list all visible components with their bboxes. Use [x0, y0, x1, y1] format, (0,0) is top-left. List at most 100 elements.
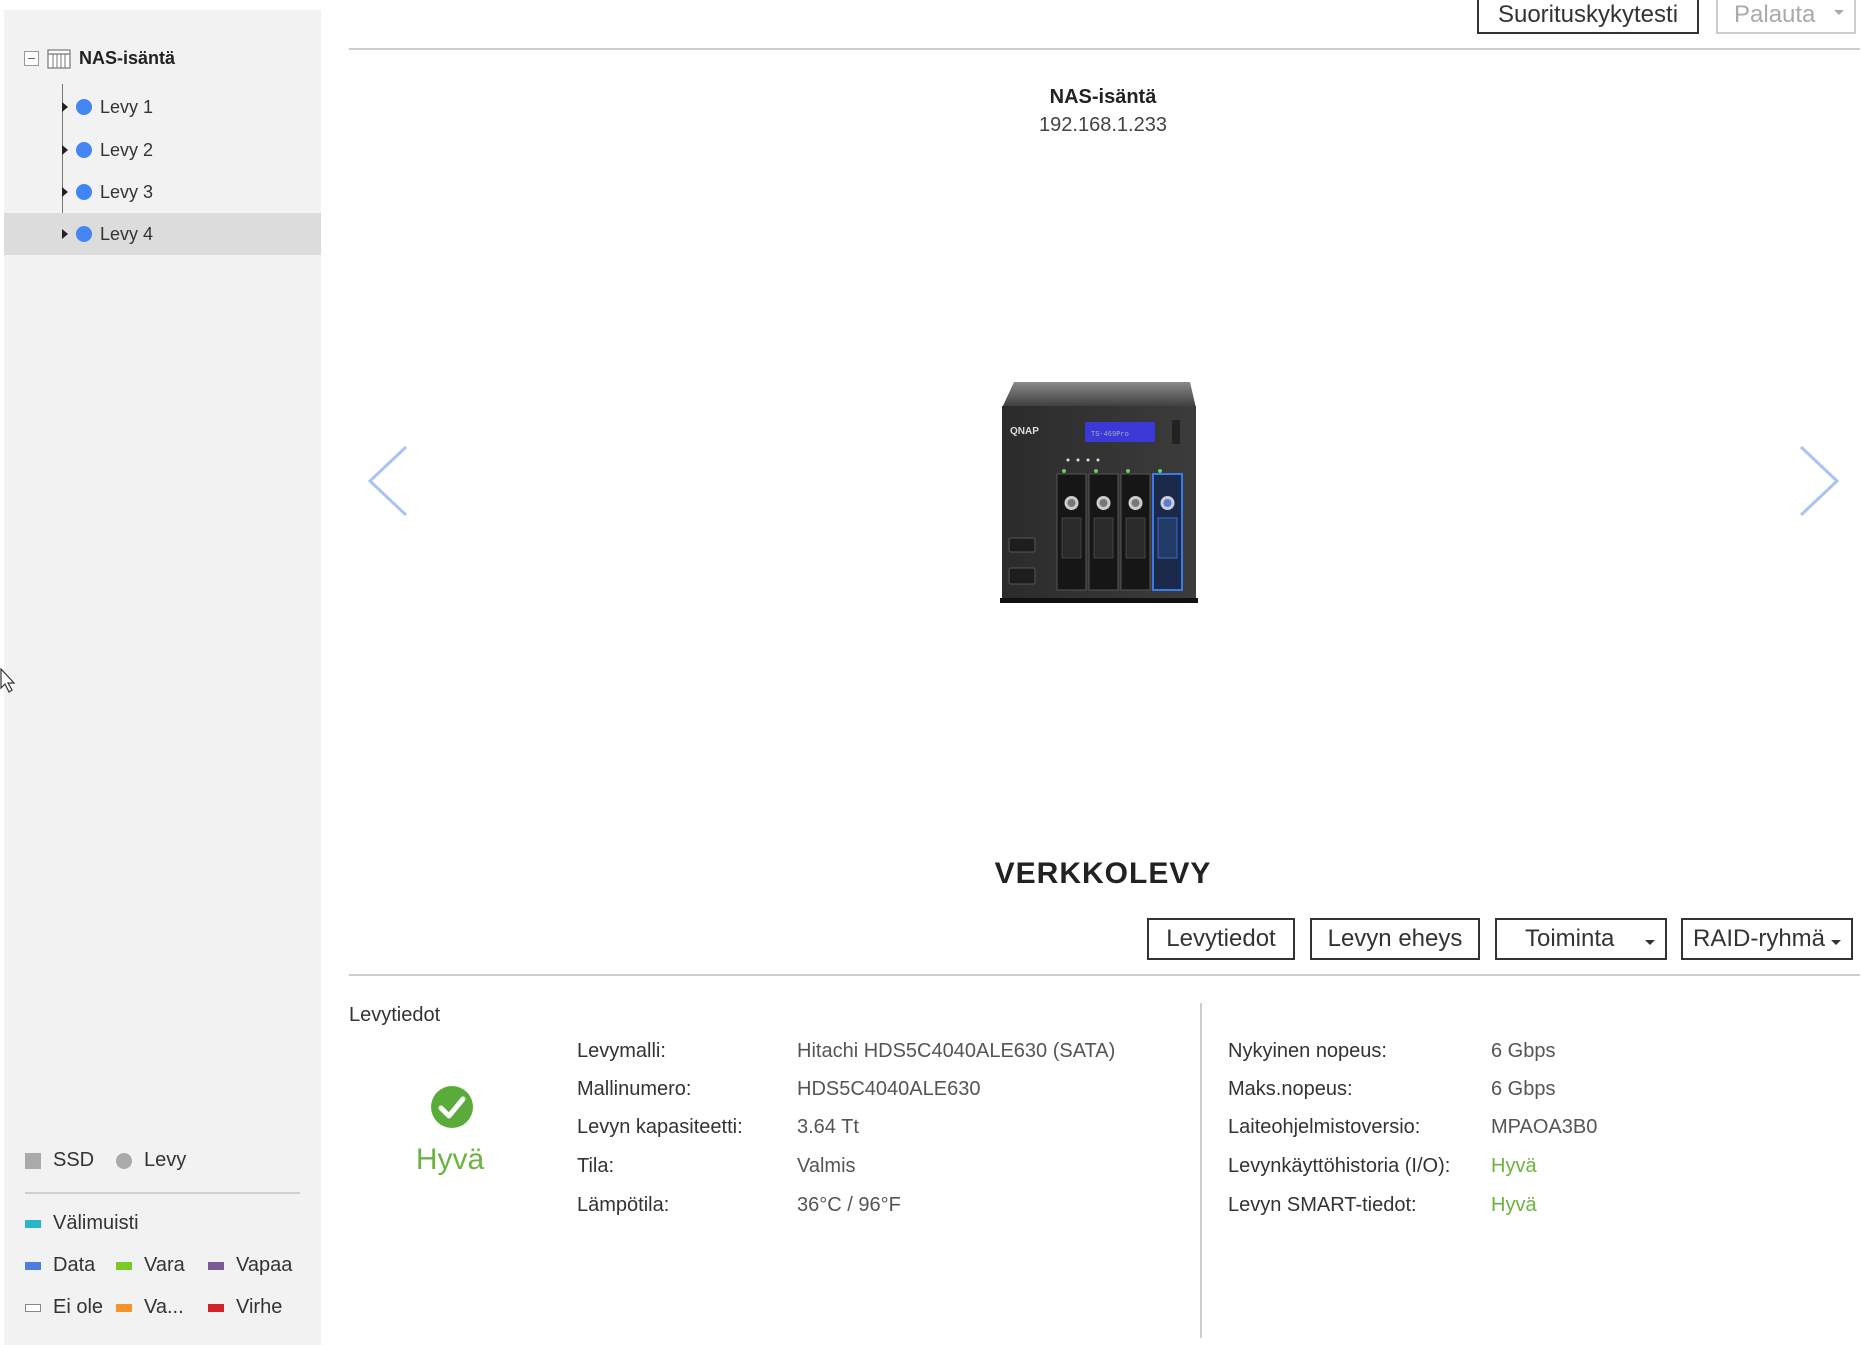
- legend-ssd: SSD: [25, 1149, 94, 1172]
- expand-arrow-icon[interactable]: [62, 102, 68, 112]
- drive-bay-1: [1056, 469, 1087, 591]
- drive-bay-4-selected: [1152, 469, 1183, 591]
- sidebar-item-label: Levy 2: [100, 139, 154, 160]
- next-arrow-icon[interactable]: [1793, 444, 1843, 518]
- disk-status-icon: [76, 184, 92, 200]
- info-label: Levymalli:: [577, 1040, 666, 1062]
- sidebar-item-disk-2[interactable]: Levy 2: [4, 129, 321, 171]
- info-value: Hitachi HDS5C4040ALE630 (SATA): [797, 1040, 1116, 1062]
- drive-bay-3: [1120, 469, 1151, 591]
- device-name: NAS-isäntä: [1049, 86, 1157, 108]
- legend-disk: Levy: [116, 1149, 186, 1172]
- data-color-icon: [25, 1261, 41, 1270]
- va-color-icon: [116, 1303, 132, 1312]
- disk-status-icon: [76, 142, 92, 158]
- tree-root-label: NAS-isäntä: [79, 47, 176, 68]
- button-label: RAID-ryhmä: [1693, 925, 1826, 952]
- info-label: Mallinumero:: [577, 1078, 692, 1100]
- restore-dropdown-button[interactable]: Palauta: [1716, 0, 1856, 34]
- info-value: Valmis: [797, 1155, 856, 1177]
- raid-group-dropdown-button[interactable]: RAID-ryhmä: [1681, 918, 1853, 960]
- info-label: Lämpötila:: [577, 1194, 670, 1216]
- sidebar-item-disk-4[interactable]: Levy 4: [4, 213, 321, 255]
- disk-health-button[interactable]: Levyn eheys: [1310, 918, 1480, 960]
- info-value-good: Hyvä: [1491, 1194, 1537, 1216]
- info-value: 36°C / 96°F: [797, 1194, 901, 1216]
- expand-arrow-icon[interactable]: [62, 229, 68, 239]
- legend-none: Ei ole: [25, 1296, 103, 1319]
- cache-color-icon: [25, 1219, 41, 1228]
- disk-info-button[interactable]: Levytiedot: [1147, 918, 1295, 960]
- button-label: Levytiedot: [1166, 925, 1276, 952]
- action-dropdown-button[interactable]: Toiminta: [1495, 918, 1667, 960]
- legend-label: Välimuisti: [53, 1212, 139, 1234]
- mouse-cursor-icon: [0, 668, 16, 693]
- health-status: Hyvä: [415, 1143, 485, 1176]
- ssd-square-icon: [25, 1152, 41, 1169]
- legend-cache: Välimuisti: [25, 1212, 139, 1235]
- sidebar-item-disk-1[interactable]: Levy 1: [4, 86, 321, 128]
- chevron-down-icon: [1645, 940, 1655, 945]
- info-label: Levynkäyttöhistoria (I/O):: [1228, 1155, 1451, 1177]
- legend-label: Ei ole: [53, 1296, 104, 1318]
- nas-device-image: QNAP TS-469Pro: [1000, 382, 1198, 603]
- expand-arrow-icon[interactable]: [62, 145, 68, 155]
- legend-data: Data: [25, 1254, 95, 1277]
- info-value: HDS5C4040ALE630: [797, 1078, 981, 1100]
- free-color-icon: [208, 1261, 224, 1270]
- legend-label: SSD: [53, 1149, 95, 1171]
- legend-label: Vara: [144, 1254, 185, 1276]
- button-label: Suorituskykytesti: [1497, 1, 1679, 28]
- info-value-good: Hyvä: [1491, 1155, 1537, 1177]
- legend-label: Vapaa: [236, 1254, 293, 1276]
- brand-logo: QNAP: [1010, 426, 1039, 437]
- button-label: Levyn eheys: [1327, 925, 1463, 952]
- section-title: Levytiedot: [349, 1004, 441, 1026]
- error-color-icon: [208, 1303, 224, 1312]
- legend-spare: Vara: [116, 1254, 185, 1277]
- button-label: Palauta: [1734, 1, 1816, 28]
- nas-host-icon: [47, 49, 71, 69]
- top-divider: [349, 48, 1860, 50]
- button-label: Toiminta: [1525, 925, 1615, 952]
- sidebar-item-label: Levy 4: [100, 223, 154, 244]
- info-label: Levyn SMART-tiedot:: [1228, 1194, 1417, 1216]
- device-type-title: VERKKOLEVY: [994, 857, 1212, 890]
- previous-arrow-icon[interactable]: [364, 444, 414, 518]
- info-value: MPAOA3B0: [1491, 1116, 1598, 1138]
- info-value: 3.64 Tt: [797, 1116, 859, 1138]
- disk-status-icon: [76, 226, 92, 242]
- tree-root-nas-host[interactable]: NAS-isäntä: [24, 40, 175, 76]
- info-label: Levyn kapasiteetti:: [577, 1116, 743, 1138]
- info-label: Laiteohjelmistoversio:: [1228, 1116, 1421, 1138]
- performance-test-button[interactable]: Suorituskykytesti: [1477, 0, 1699, 34]
- info-value: 6 Gbps: [1491, 1078, 1556, 1100]
- legend-label: Data: [53, 1254, 96, 1276]
- none-color-icon: [25, 1303, 41, 1312]
- legend-free: Vapaa: [208, 1254, 292, 1277]
- legend-error: Virhe: [208, 1296, 282, 1319]
- expand-arrow-icon[interactable]: [62, 187, 68, 197]
- drive-bay-2: [1088, 469, 1119, 591]
- sidebar-item-label: Levy 3: [100, 181, 154, 202]
- legend-divider: [25, 1192, 300, 1194]
- legend-va: Va...: [116, 1296, 184, 1319]
- info-label: Maks.nopeus:: [1228, 1078, 1353, 1100]
- column-divider: [1200, 1003, 1202, 1338]
- info-label: Nykyinen nopeus:: [1228, 1040, 1387, 1062]
- info-label: Tila:: [577, 1155, 615, 1177]
- info-value: 6 Gbps: [1491, 1040, 1556, 1062]
- sidebar-item-disk-3[interactable]: Levy 3: [4, 171, 321, 213]
- chevron-down-icon: [1831, 940, 1841, 945]
- spare-color-icon: [116, 1261, 132, 1270]
- lcd-display-text: TS-469Pro: [1091, 431, 1129, 439]
- disk-status-icon: [76, 99, 92, 115]
- actions-divider: [349, 974, 1860, 976]
- legend-label: Virhe: [236, 1296, 283, 1318]
- collapse-icon[interactable]: [24, 50, 39, 66]
- check-circle-icon: [431, 1086, 473, 1128]
- legend-label: Va...: [144, 1296, 184, 1318]
- chevron-down-icon: [1834, 10, 1844, 15]
- sidebar-item-label: Levy 1: [100, 96, 154, 117]
- device-ip: 192.168.1.233: [1039, 114, 1167, 136]
